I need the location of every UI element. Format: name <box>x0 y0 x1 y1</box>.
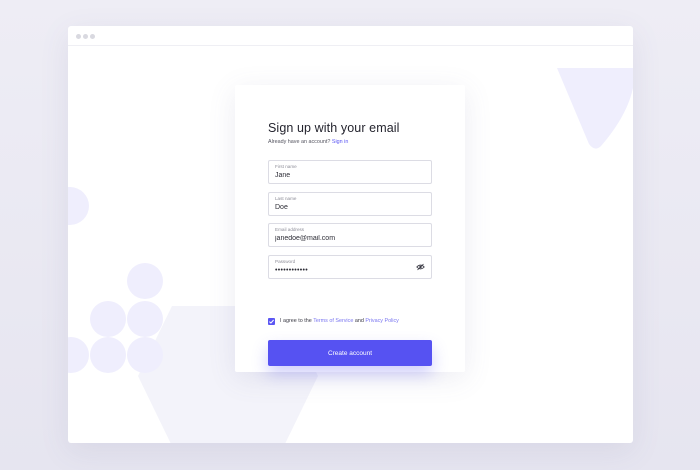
eye-slash-icon[interactable] <box>416 263 425 271</box>
last-name-field[interactable]: Last name <box>268 192 432 216</box>
last-name-input[interactable] <box>275 204 415 211</box>
first-name-label: First name <box>275 164 297 169</box>
terms-link[interactable]: Terms of Service <box>313 318 353 324</box>
password-label: Password <box>275 259 296 264</box>
window-dot <box>83 34 88 39</box>
checkmark-icon <box>269 319 274 324</box>
agree-checkbox[interactable] <box>268 318 275 325</box>
password-input[interactable]: •••••••••••• <box>275 267 415 274</box>
browser-window: Sign up with your email Already have an … <box>68 26 633 443</box>
agree-and: and <box>354 318 364 324</box>
email-input[interactable] <box>275 235 415 242</box>
first-name-input[interactable] <box>275 172 415 179</box>
password-field[interactable]: Password •••••••••••• <box>268 255 432 279</box>
window-titlebar <box>68 26 633 46</box>
signup-title: Sign up with your email <box>268 121 400 135</box>
window-dot <box>76 34 81 39</box>
first-name-field[interactable]: First name <box>268 160 432 184</box>
window-dot <box>90 34 95 39</box>
create-account-button[interactable]: Create account <box>268 340 432 366</box>
decorative-triangle <box>557 68 633 149</box>
decorative-half-circle <box>68 187 89 225</box>
email-label: Email address <box>275 227 305 232</box>
privacy-link[interactable]: Privacy Policy <box>365 318 399 324</box>
decorative-circles <box>68 263 163 373</box>
signup-subtitle: Already have an account? Sign in <box>268 139 348 145</box>
agree-prefix: I agree to the <box>280 318 312 324</box>
signup-card: Sign up with your email Already have an … <box>235 85 465 372</box>
last-name-label: Last name <box>275 196 297 201</box>
signin-link[interactable]: Sign in <box>332 139 348 145</box>
agree-text: I agree to the Terms of Service and Priv… <box>280 318 399 324</box>
email-field[interactable]: Email address <box>268 223 432 247</box>
subtitle-text: Already have an account? <box>268 139 331 145</box>
